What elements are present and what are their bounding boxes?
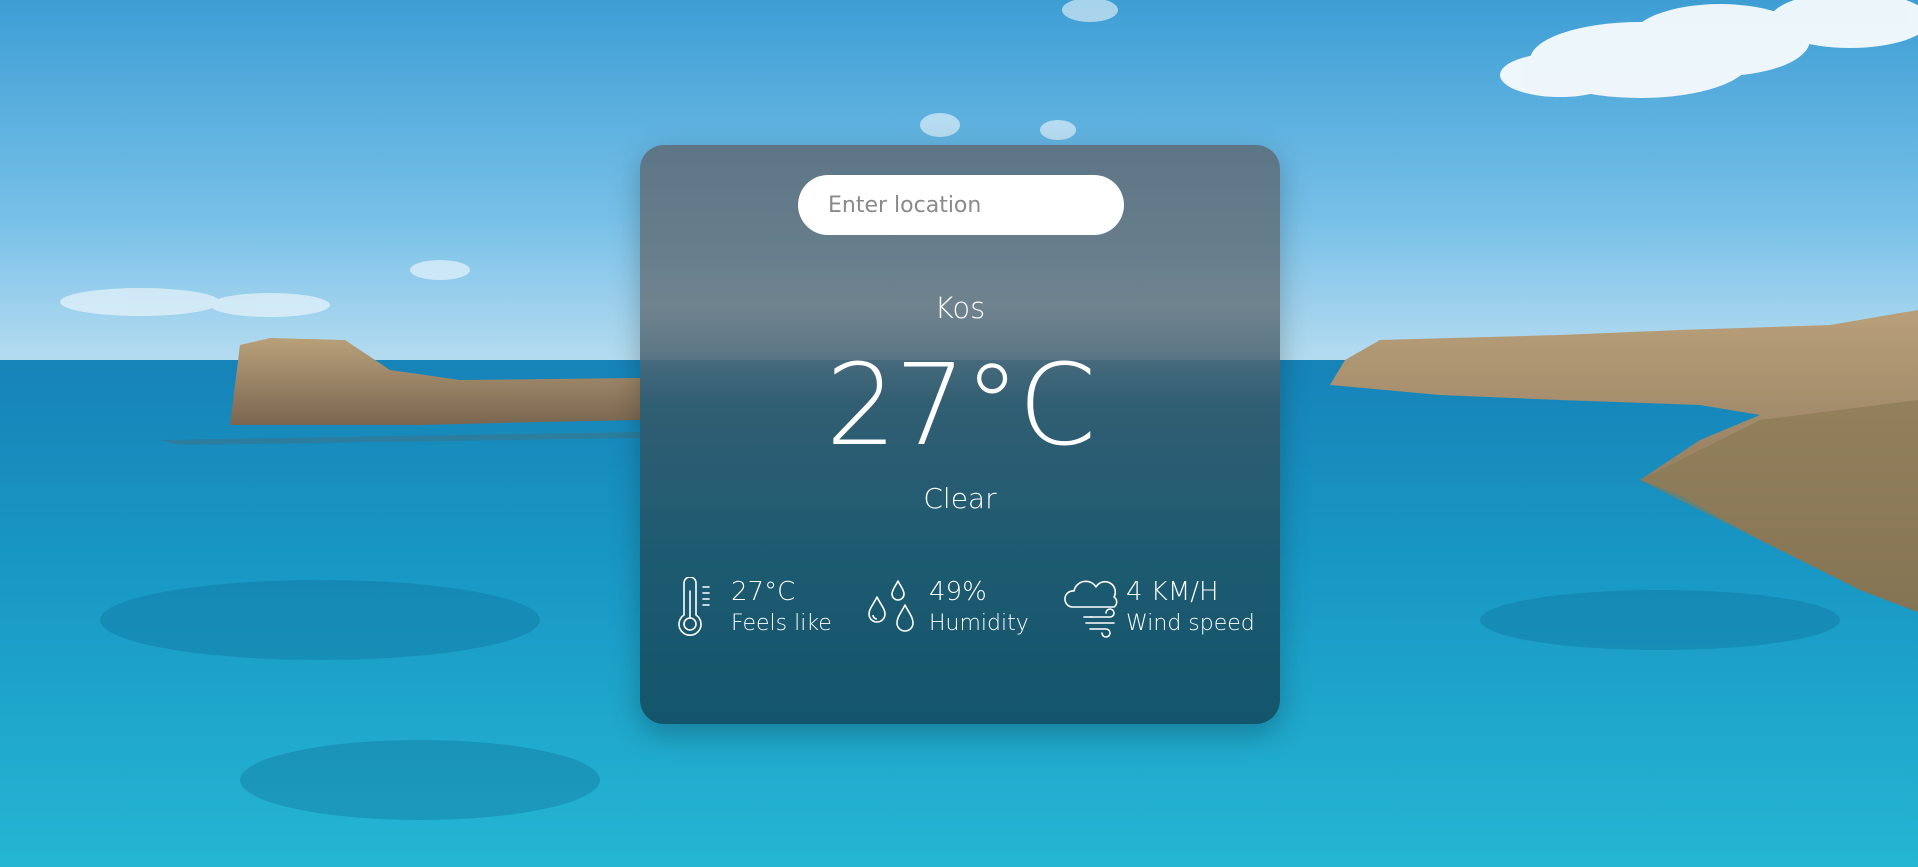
humidity-label: Humidity: [929, 611, 1029, 636]
app-root: Kos 27°C Clear 27°C Feels like: [0, 0, 1918, 867]
weather-description: Clear: [923, 482, 997, 515]
thermometer-icon: [674, 576, 718, 643]
feels-like-stat: 27°C Feels like: [674, 576, 834, 647]
current-temperature: 27°C: [825, 341, 1097, 471]
cloud-wind-icon: [1060, 577, 1122, 643]
feels-like-label: Feels like: [731, 611, 832, 636]
humidity-stat: 49% Humidity: [865, 577, 1045, 647]
location-search-input[interactable]: [798, 175, 1124, 235]
wind-speed-value: 4 KM/H: [1126, 577, 1219, 607]
city-name: Kos: [934, 291, 986, 325]
water-drops-icon: [865, 577, 921, 643]
humidity-value: 49%: [929, 577, 987, 607]
feels-like-value: 27°C: [731, 577, 796, 607]
wind-speed-label: Wind speed: [1126, 611, 1255, 636]
wind-speed-stat: 4 KM/H Wind speed: [1060, 577, 1270, 647]
weather-card: Kos 27°C Clear 27°C Feels like: [640, 145, 1280, 724]
